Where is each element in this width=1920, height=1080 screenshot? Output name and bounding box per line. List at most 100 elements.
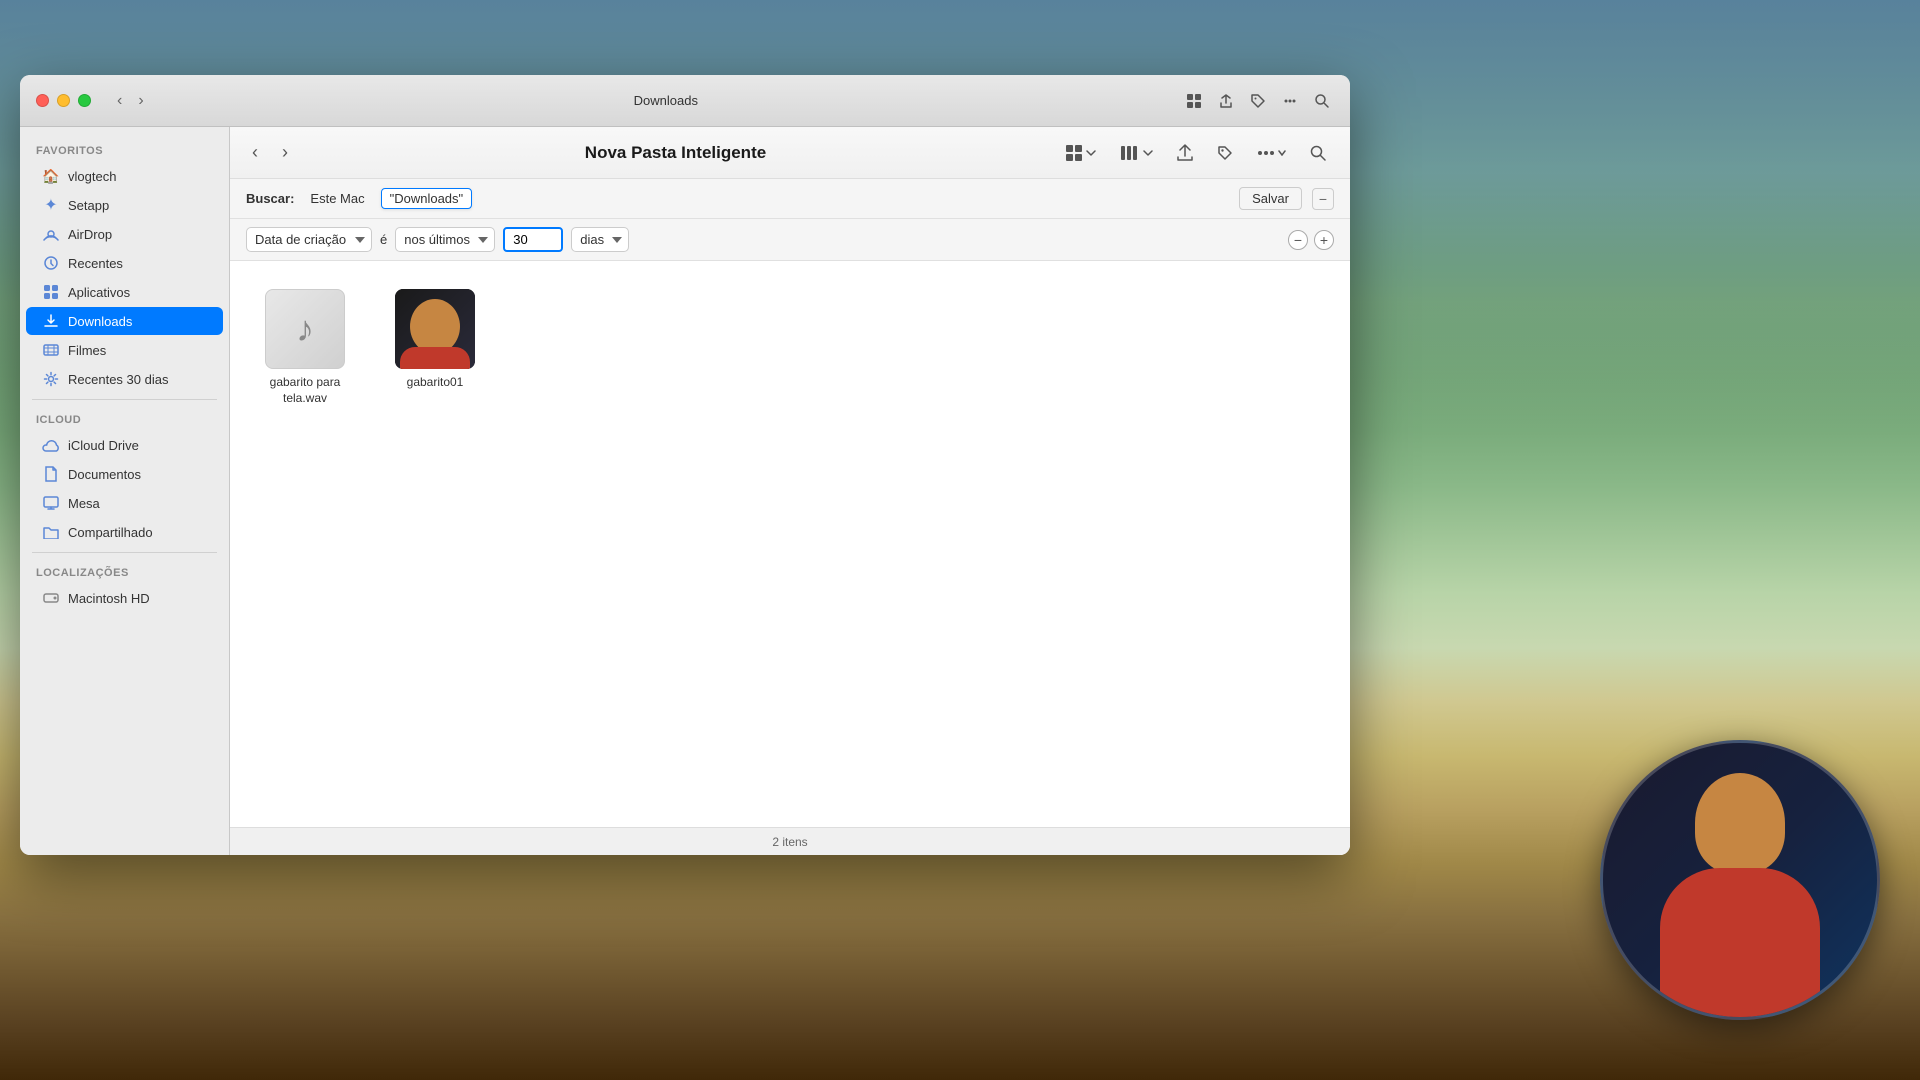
video-thumb-body [400,347,470,369]
status-bar: 2 itens [230,827,1350,855]
file-icon-video [395,289,475,369]
finder-body: Favoritos 🏠 vlogtech ✦ Setapp [20,127,1350,855]
airdrop-icon [42,225,60,243]
sidebar-item-aplicativos[interactable]: Aplicativos [26,278,223,306]
clock-icon [42,254,60,272]
buscar-label: Buscar: [246,191,294,206]
sidebar-item-label: Mesa [68,496,100,511]
content-toolbar-actions [1057,139,1334,167]
filter-remove-button[interactable]: − [1288,230,1308,250]
sidebar-item-label: vlogtech [68,169,116,184]
sidebar-item-recentes30[interactable]: Recentes 30 dias [26,365,223,393]
content-toolbar: ‹ › Nova Pasta Inteligente [230,127,1350,179]
search-remove-button[interactable]: − [1312,188,1334,210]
filter-row: Data de criação é nos últimos dias − + [230,219,1350,261]
sidebar-item-label: Setapp [68,198,109,213]
grid-view-button[interactable] [1057,139,1104,167]
search-button[interactable] [1310,89,1334,113]
sidebar-item-macintosh-hd[interactable]: Macintosh HD [26,584,223,612]
file-item-gabarito-wav[interactable]: ♪ gabarito paratela.wav [250,281,360,414]
search-action-button[interactable] [1302,140,1334,166]
desktop-icon [42,494,60,512]
criterion-select[interactable]: Data de criação [246,227,372,252]
person-body [1660,868,1820,1020]
sidebar-item-compartilhado[interactable]: Compartilhado [26,518,223,546]
share-action-button[interactable] [1169,139,1201,167]
forward-button[interactable]: › [132,88,149,114]
toolbar-actions [1182,89,1334,113]
sidebar-item-label: Aplicativos [68,285,130,300]
apps-icon [42,283,60,301]
person-shape [1603,743,1877,1017]
tag-button[interactable] [1246,89,1270,113]
sidebar-item-documentos[interactable]: Documentos [26,460,223,488]
sidebar: Favoritos 🏠 vlogtech ✦ Setapp [20,127,230,855]
period-select[interactable]: nos últimos [395,227,495,252]
sidebar-item-label: iCloud Drive [68,438,139,453]
value-input[interactable] [503,227,563,252]
file-item-gabarito01[interactable]: gabarito01 [380,281,490,399]
movies-icon [42,341,60,359]
document-icon [42,465,60,483]
icloud-icon [42,436,60,454]
save-button[interactable]: Salvar [1239,187,1302,210]
sidebar-item-setapp[interactable]: ✦ Setapp [26,191,223,219]
sidebar-item-vlogtech[interactable]: 🏠 vlogtech [26,162,223,190]
items-count: 2 itens [772,835,807,849]
window-title: Downloads [162,93,1170,108]
gear-icon [42,370,60,388]
music-note-icon: ♪ [296,308,314,350]
file-name-gabarito-wav: gabarito paratela.wav [270,375,341,406]
sidebar-item-downloads[interactable]: Downloads [26,307,223,335]
sidebar-item-label: Recentes [68,256,123,271]
sidebar-divider-1 [32,399,217,400]
icloud-section-title: iCloud [20,408,229,430]
minimize-button[interactable] [57,94,70,107]
files-grid: ♪ gabarito paratela.wav gabarito01 [230,261,1350,827]
sidebar-item-airdrop[interactable]: AirDrop [26,220,223,248]
nav-buttons: ‹ › [111,88,150,114]
sidebar-item-label: Compartilhado [68,525,153,540]
sidebar-item-label: Recentes 30 dias [68,372,168,387]
column-view-button[interactable] [1112,140,1161,166]
sidebar-item-label: Filmes [68,343,106,358]
filter-add-button[interactable]: + [1314,230,1334,250]
person-head [1695,773,1785,873]
maximize-button[interactable] [78,94,91,107]
sidebar-item-icloud-drive[interactable]: iCloud Drive [26,431,223,459]
sidebar-item-label: Macintosh HD [68,591,150,606]
unit-select[interactable]: dias [571,227,629,252]
view-toggle-button[interactable] [1182,89,1206,113]
sidebar-item-label: Downloads [68,314,132,329]
more-action-button[interactable] [1249,145,1294,161]
scope-este-mac-button[interactable]: Este Mac [304,189,370,208]
smart-folder-title: Nova Pasta Inteligente [306,143,1045,163]
shared-folder-icon [42,523,60,541]
close-button[interactable] [36,94,49,107]
webcam-overlay [1600,740,1880,1020]
downloads-icon [42,312,60,330]
traffic-lights [36,94,91,107]
sidebar-item-filmes[interactable]: Filmes [26,336,223,364]
back-nav-button[interactable]: ‹ [246,138,264,167]
sidebar-divider-2 [32,552,217,553]
sidebar-item-label: Documentos [68,467,141,482]
share-button[interactable] [1214,89,1238,113]
back-button[interactable]: ‹ [111,88,128,114]
video-thumbnail [395,289,475,369]
forward-nav-button[interactable]: › [276,138,294,167]
home-icon: 🏠 [42,167,60,185]
search-bar: Buscar: Este Mac "Downloads" Salvar − [230,179,1350,219]
filter-buttons: − + [1288,230,1334,250]
sidebar-item-recentes[interactable]: Recentes [26,249,223,277]
operator-label: é [380,232,387,247]
video-thumb-face [410,299,460,354]
hard-drive-icon [42,589,60,607]
tag-action-button[interactable] [1209,140,1241,166]
favoritos-section-title: Favoritos [20,139,229,161]
more-button[interactable] [1278,89,1302,113]
scope-downloads-badge[interactable]: "Downloads" [381,188,473,209]
finder-window-toolbar: ‹ › Downloads [20,75,1350,127]
file-icon-audio: ♪ [265,289,345,369]
sidebar-item-mesa[interactable]: Mesa [26,489,223,517]
